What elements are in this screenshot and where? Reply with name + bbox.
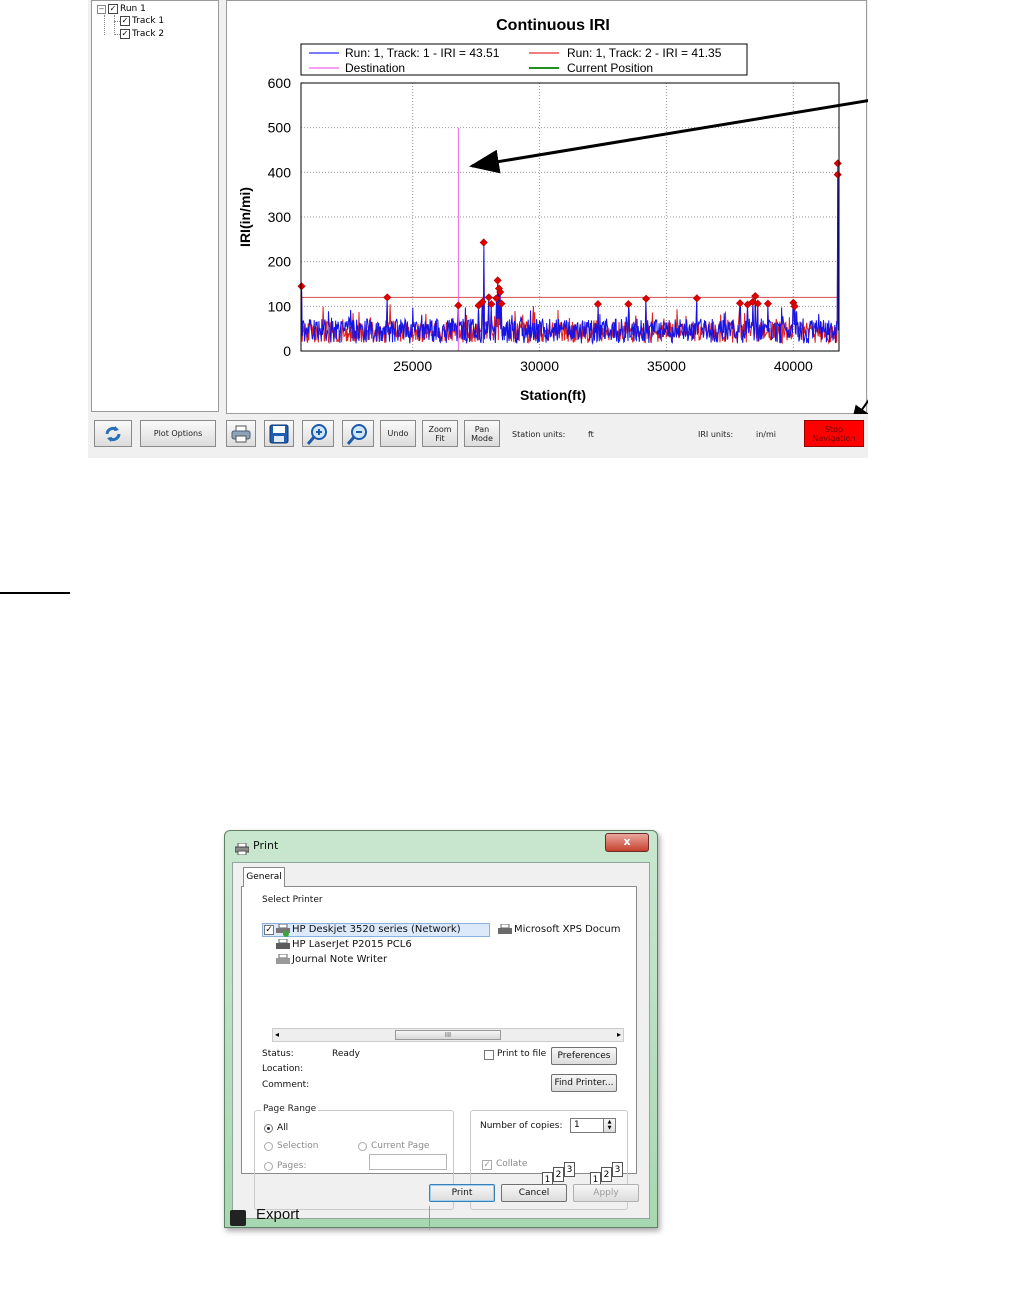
scroll-right-icon[interactable]: ▸	[617, 1029, 621, 1041]
export-label: Export	[256, 1206, 300, 1223]
printer-item-microsoft-xps[interactable]: Microsoft XPS Docum	[514, 924, 621, 935]
background-window-strip: Export	[224, 1206, 658, 1230]
iri-units-label: IRI units:	[698, 430, 734, 439]
dialog-body: General Select Printer ✓ HP Deskjet 3520…	[232, 862, 650, 1219]
iri-viewer-window: − ✓ Run 1 ✓ Track 1 ✓ Track 2 Continuous…	[88, 0, 868, 458]
collate-page: 3	[612, 1162, 623, 1177]
copies-stepper[interactable]: ▲ ▼	[603, 1118, 616, 1133]
stop-navigation-button[interactable]: Stop Navigation	[804, 420, 864, 447]
annotation-overlay	[469, 99, 868, 426]
station-units-value: ft	[588, 430, 594, 439]
printer-list-scrollbar[interactable]: ◂ III ▸	[272, 1028, 624, 1042]
print-button[interactable]	[226, 420, 256, 447]
printer-icon	[276, 939, 290, 949]
printer-item-hp-deskjet[interactable]: HP Deskjet 3520 series (Network)	[292, 924, 461, 935]
pages-label: Pages:	[277, 1161, 307, 1171]
floppy-disk-icon	[269, 424, 289, 443]
save-button[interactable]	[264, 420, 294, 447]
zoom-out-button[interactable]	[342, 420, 374, 447]
station-units-label: Station units:	[512, 430, 566, 439]
collate-checkbox[interactable]: ✓	[482, 1160, 492, 1170]
export-icon	[230, 1210, 246, 1226]
horizontal-rule	[0, 592, 70, 594]
pages-input[interactable]	[369, 1154, 447, 1170]
current-page-radio[interactable]	[358, 1142, 367, 1151]
tab-general[interactable]: General	[243, 867, 285, 887]
pages-radio[interactable]	[264, 1162, 273, 1171]
dialog-title: Print	[253, 839, 279, 852]
zoom-in-button[interactable]	[302, 420, 334, 447]
undo-button[interactable]: Undo	[380, 420, 416, 447]
status-value: Ready	[332, 1049, 360, 1059]
annotation-arrow-destination	[469, 99, 868, 174]
selection-radio[interactable]	[264, 1142, 273, 1151]
collate-page: 2	[553, 1167, 564, 1182]
close-button[interactable]: x	[605, 833, 649, 852]
collate-label: Collate	[496, 1159, 528, 1169]
preferences-button[interactable]: Preferences	[551, 1047, 617, 1065]
printer-icon	[234, 840, 250, 859]
number-of-copies-label: Number of copies:	[480, 1121, 563, 1131]
network-printer-icon	[276, 924, 290, 937]
all-label: All	[277, 1123, 289, 1133]
print-button[interactable]: Print	[429, 1184, 495, 1202]
printer-item-journal-note-writer[interactable]: Journal Note Writer	[292, 954, 387, 965]
refresh-icon	[105, 425, 121, 442]
zoom-out-icon	[346, 423, 367, 445]
printer-icon	[231, 425, 251, 442]
scrollbar-thumb[interactable]: III	[395, 1030, 501, 1040]
all-radio[interactable]	[264, 1124, 273, 1133]
print-dialog: Print x General Select Printer ✓ HP Desk…	[224, 830, 658, 1228]
scroll-left-icon[interactable]: ◂	[275, 1029, 279, 1041]
default-printer-checkbox[interactable]: ✓	[264, 925, 274, 935]
status-label: Status:	[262, 1049, 294, 1059]
location-label: Location:	[262, 1064, 304, 1074]
page-range-label: Page Range	[261, 1104, 319, 1114]
collate-page: 3	[564, 1162, 575, 1177]
select-printer-label: Select Printer	[262, 895, 323, 905]
current-page-label: Current Page	[371, 1141, 430, 1151]
iri-units-value: in/mi	[756, 430, 777, 439]
refresh-button[interactable]	[94, 420, 132, 447]
zoom-fit-button[interactable]: Zoom Fit	[422, 420, 458, 447]
collate-page: 2	[601, 1167, 612, 1182]
printer-icon	[498, 924, 512, 934]
printer-icon	[276, 954, 290, 964]
comment-label: Comment:	[262, 1080, 310, 1090]
find-printer-button[interactable]: Find Printer...	[551, 1074, 617, 1092]
zoom-in-icon	[306, 423, 327, 445]
plot-toolbar: Plot Options Undo Zoom Fit Pan Mode Stat…	[88, 414, 868, 454]
print-to-file-checkbox[interactable]	[484, 1050, 494, 1060]
print-to-file-label: Print to file	[497, 1049, 547, 1059]
general-tab-page: Select Printer ✓ HP Deskjet 3520 series …	[241, 886, 637, 1210]
printer-item-hp-laserjet[interactable]: HP LaserJet P2015 PCL6	[292, 939, 412, 950]
pan-mode-button[interactable]: Pan Mode	[464, 420, 500, 447]
plot-options-button[interactable]: Plot Options	[140, 420, 216, 447]
copies-input[interactable]: 1	[570, 1118, 604, 1133]
background-divider	[429, 1206, 430, 1230]
cancel-button[interactable]: Cancel	[501, 1184, 567, 1202]
printer-list[interactable]: ✓ HP Deskjet 3520 series (Network) HP La…	[262, 923, 624, 1005]
selection-label: Selection	[277, 1141, 319, 1151]
apply-button[interactable]: Apply	[573, 1184, 639, 1202]
